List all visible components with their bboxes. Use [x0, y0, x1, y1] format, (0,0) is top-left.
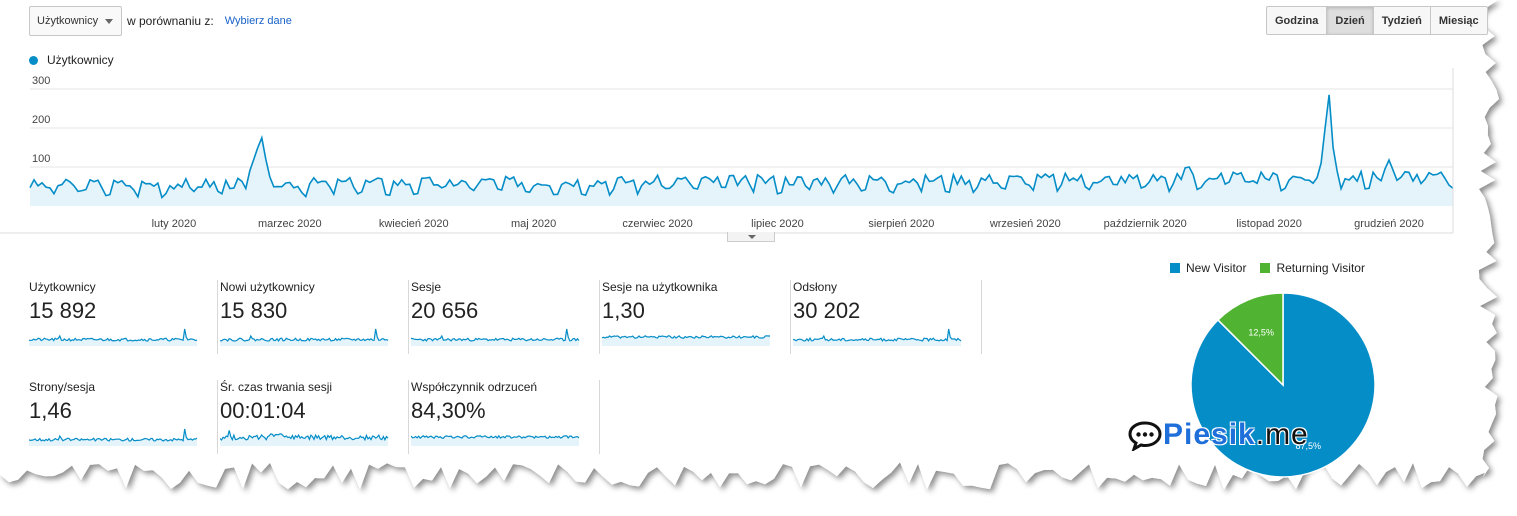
pie-legend-label: New Visitor — [1186, 261, 1247, 275]
metric-label: Śr. czas trwania sesji — [220, 380, 333, 394]
caret-down-icon — [748, 235, 756, 239]
metric-value: 1,46 — [29, 398, 72, 423]
x-tick-label: wrzesień 2020 — [989, 218, 1061, 230]
analytics-audience-overview: Użytkownicy w porównaniu z: Wybierz dane… — [0, 0, 1517, 516]
granularity-hour-button[interactable]: Godzina — [1267, 7, 1326, 34]
metric-divider — [217, 280, 218, 354]
legend-dot-icon — [29, 55, 38, 65]
pie-slice-label: 12,5% — [1248, 327, 1274, 337]
metric-sparkline — [411, 328, 580, 346]
sparkline-line — [411, 328, 580, 342]
sparkline-area — [220, 329, 388, 346]
metric-select[interactable]: Użytkownicy — [29, 6, 122, 36]
users-line-chart[interactable]: 300 200 100 luty 2020 marzec 2020 kwiecień 20… — [0, 68, 1460, 234]
metric-select-value: Użytkownicy — [37, 15, 99, 27]
metric-users[interactable]: Użytkownicy 15 892 — [29, 272, 218, 354]
metric-value: 15 892 — [29, 298, 97, 323]
legend-swatch — [1170, 263, 1180, 273]
x-tick-label: czerwiec 2020 — [622, 218, 692, 230]
metric-divider — [981, 280, 982, 354]
pie-legend: New Visitor Returning Visitor — [1170, 261, 1379, 275]
metric-divider — [599, 280, 600, 354]
pie-legend-returning-visitor[interactable]: Returning Visitor — [1260, 261, 1365, 275]
metric-divider — [408, 380, 409, 454]
chevron-down-icon — [105, 19, 113, 24]
x-tick-label: sierpień 2020 — [868, 218, 934, 230]
legend-swatch — [1260, 263, 1271, 273]
choose-data-link[interactable]: Wybierz dane — [225, 15, 292, 27]
metric-value: 20 656 — [411, 298, 479, 323]
chart-toolbar: Użytkownicy w porównaniu z: Wybierz dane — [29, 6, 292, 36]
compare-label: w porównaniu z: — [127, 14, 214, 28]
metric-value: 00:01:04 — [220, 398, 306, 423]
sparkline-area — [29, 429, 197, 446]
metric-pages-per-session[interactable]: Strony/sesja 1,46 — [29, 372, 218, 454]
metric-value: 15 830 — [220, 298, 288, 323]
granularity-week-button[interactable]: Tydzień — [1372, 7, 1430, 34]
metric-sparkline — [220, 430, 389, 446]
sparkline-area — [793, 329, 961, 346]
x-tick-label: luty 2020 — [152, 218, 197, 230]
sparkline-area — [411, 329, 579, 346]
metric-sparkline — [411, 434, 580, 446]
sparkline-line — [29, 328, 198, 342]
metric-pageviews[interactable]: Odsłony 30 202 — [793, 272, 982, 354]
metric-value: 1,30 — [602, 298, 645, 323]
x-tick-label: kwiecień 2020 — [379, 218, 449, 230]
metric-new-users[interactable]: Nowi użytkownicy 15 830 — [220, 272, 409, 354]
metric-bounce-rate[interactable]: Współczynnik odrzuceń 84,30% — [411, 372, 600, 454]
metric-label: Współczynnik odrzuceń — [411, 380, 538, 394]
sparkline-line — [793, 328, 962, 342]
chart-legend: Użytkownicy — [29, 53, 114, 67]
pie-legend-label: Returning Visitor — [1276, 261, 1365, 275]
watermark-suffix: .me — [1255, 418, 1309, 451]
metric-sparkline — [602, 335, 770, 346]
x-tick-label: lipiec 2020 — [751, 218, 804, 230]
watermark-logo: Piesik.me — [1127, 418, 1309, 452]
sparkline-area — [29, 329, 197, 346]
x-tick-label: październik 2020 — [1104, 218, 1187, 230]
metric-sessions-per-user[interactable]: Sesje na użytkownika 1,30 — [602, 272, 791, 354]
y-tick-label: 300 — [32, 75, 50, 87]
metric-divider — [408, 280, 409, 354]
sparkline-line — [29, 428, 198, 442]
collapse-chart-handle[interactable] — [727, 232, 775, 242]
pie-legend-new-visitor[interactable]: New Visitor — [1170, 261, 1246, 275]
watermark-text: Piesik.me — [1163, 418, 1309, 452]
x-tick-label: maj 2020 — [511, 218, 556, 230]
y-tick-label: 100 — [32, 153, 50, 165]
sparkline-line — [220, 328, 389, 342]
x-tick-label: listopad 2020 — [1236, 218, 1301, 230]
metric-value: 30 202 — [793, 298, 861, 323]
metric-label: Nowi użytkownicy — [220, 280, 315, 294]
series-area — [30, 94, 1453, 206]
legend-series-name: Użytkownicy — [47, 53, 114, 67]
metric-sparkline — [220, 328, 389, 346]
granularity-switch: Godzina Dzień Tydzień Miesiąc — [1266, 6, 1488, 35]
watermark-brand: Piesik — [1163, 418, 1256, 451]
metric-label: Użytkownicy — [29, 280, 96, 294]
metric-divider — [790, 280, 791, 354]
metric-sessions[interactable]: Sesje 20 656 — [411, 272, 600, 354]
chat-bubble-icon — [1128, 421, 1162, 451]
metric-divider — [217, 380, 218, 454]
metric-label: Strony/sesja — [29, 380, 96, 394]
metric-sparkline — [29, 428, 198, 446]
metric-value: 84,30% — [411, 398, 486, 423]
metric-sparkline — [29, 328, 198, 346]
x-tick-label: marzec 2020 — [258, 218, 322, 230]
metric-divider — [599, 380, 600, 454]
granularity-day-button[interactable]: Dzień — [1326, 7, 1373, 34]
visitor-type-pie-chart[interactable]: 87,5%12,5% — [1190, 292, 1380, 482]
x-tick-label: grudzień 2020 — [1354, 218, 1424, 230]
metric-sparkline — [793, 328, 962, 346]
y-tick-label: 200 — [32, 114, 50, 126]
metric-label: Sesje na użytkownika — [602, 280, 718, 294]
granularity-month-button[interactable]: Miesiąc — [1429, 7, 1487, 34]
metric-avg-session-duration[interactable]: Śr. czas trwania sesji 00:01:04 — [220, 372, 409, 454]
metric-label: Odsłony — [793, 280, 838, 294]
metric-label: Sesje — [411, 280, 442, 294]
